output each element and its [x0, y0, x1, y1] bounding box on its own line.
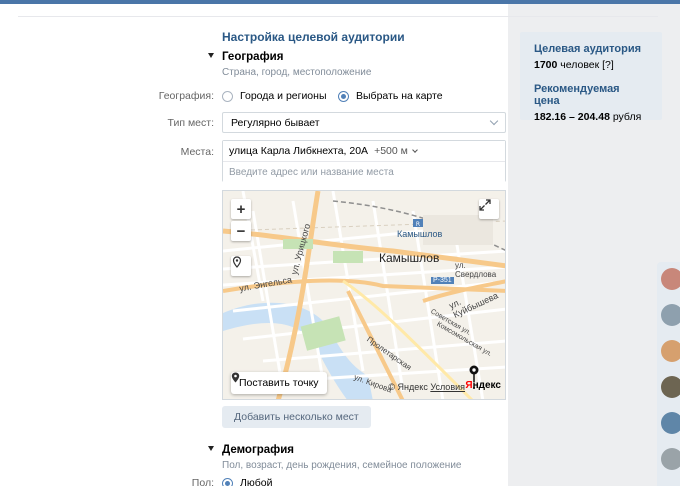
- audience-title: Целевая аудитория: [534, 43, 642, 55]
- price-title: Рекомендуемая цена: [534, 83, 620, 107]
- geolocation-icon: [232, 256, 242, 268]
- audience-value: 1700 человек [?]: [534, 59, 648, 71]
- map[interactable]: R Камышлов Камышлов ул. Урицкого ул. Энг…: [222, 190, 506, 400]
- avatar[interactable]: [661, 448, 680, 470]
- avatar[interactable]: [661, 376, 680, 398]
- map-city-label: Камышлов: [379, 251, 440, 265]
- add-places-button[interactable]: Добавить несколько мест: [222, 406, 371, 428]
- place-type-select[interactable]: Регулярно бывает: [222, 112, 506, 133]
- geo-label: География:: [158, 90, 214, 102]
- map-road-badge: Р-351: [431, 277, 454, 284]
- radio-gender-any-label: Любой: [240, 477, 273, 486]
- avatar[interactable]: [661, 340, 680, 362]
- avatar[interactable]: [661, 304, 680, 326]
- radio-circle-checked: [338, 90, 349, 102]
- page-title: Настройка целевой аудитории: [222, 30, 405, 44]
- price-range: 182.16 – 204.48: [534, 111, 610, 123]
- set-point-label: Поставить точку: [239, 377, 319, 389]
- places-label: Места:: [180, 146, 214, 158]
- radio-circle-checked: [222, 477, 233, 486]
- audience-count: 1700: [534, 59, 558, 71]
- avatar[interactable]: [661, 412, 680, 434]
- svg-text:R: R: [416, 221, 420, 228]
- radio-map[interactable]: Выбрать на карте: [338, 90, 443, 102]
- places-field: улица Карла Либкнехта, 20А +500 м: [222, 140, 506, 183]
- demo-section-title: Демография: [222, 444, 295, 456]
- radio-map-label: Выбрать на карте: [356, 90, 443, 102]
- map-station-label: Камышлов: [397, 229, 443, 239]
- place-type-label: Тип мест:: [167, 117, 214, 129]
- divider: [18, 16, 658, 17]
- chevron-down-icon: [412, 147, 418, 153]
- place-type-value: Регулярно бывает: [231, 117, 320, 129]
- zoom-in-button[interactable]: +: [231, 199, 251, 219]
- set-point-button[interactable]: Поставить точку: [231, 372, 327, 394]
- address-input[interactable]: [223, 162, 505, 183]
- copyright-text: © Яндекс: [388, 382, 428, 392]
- zoom-out-button[interactable]: −: [231, 221, 251, 241]
- avatar[interactable]: [661, 268, 680, 290]
- audience-unit[interactable]: человек [?]: [560, 59, 614, 71]
- chat-avatars-bar: [657, 262, 680, 486]
- yandex-logo-rest: ндекс: [472, 380, 501, 391]
- radio-cities[interactable]: Города и регионы: [222, 90, 327, 102]
- collapse-triangle-icon: [208, 446, 214, 451]
- radio-circle: [222, 90, 233, 102]
- yandex-logo-y: Я: [465, 380, 473, 391]
- geo-section-toggle[interactable]: География: [208, 51, 283, 63]
- audience-summary: Целевая аудитория 1700 человек [?] Реком…: [520, 32, 662, 123]
- geo-section-title: География: [222, 51, 284, 63]
- radio-cities-label: Города и регионы: [240, 90, 327, 102]
- map-copyright: © Яндекс Условия: [388, 382, 465, 392]
- demo-section-toggle[interactable]: Демография: [208, 444, 294, 456]
- fullscreen-button[interactable]: [479, 199, 499, 219]
- geolocation-button[interactable]: [231, 256, 251, 276]
- map-pin-icon: [231, 372, 240, 383]
- place-radius[interactable]: +500 м: [374, 145, 408, 157]
- yandex-logo: Яндекс: [465, 380, 501, 391]
- place-tag[interactable]: улица Карла Либкнехта, 20А +500 м: [223, 141, 505, 162]
- gender-label: Пол:: [191, 477, 214, 486]
- demo-section-subtitle: Пол, возраст, день рождения, семейное по…: [222, 460, 462, 471]
- chevron-down-icon: [489, 116, 499, 126]
- price-value: 182.16 – 204.48 рубля: [534, 111, 648, 123]
- geo-section-subtitle: Страна, город, местоположение: [222, 67, 372, 78]
- map-street-label: ул. Свердлова: [455, 261, 497, 279]
- place-tag-address: улица Карла Либкнехта, 20А: [229, 145, 369, 157]
- collapse-triangle-icon: [208, 53, 214, 58]
- terms-link[interactable]: Условия: [430, 382, 465, 392]
- radio-gender-any[interactable]: Любой: [222, 477, 272, 486]
- price-unit: рубля: [612, 111, 642, 123]
- expand-icon: [479, 199, 491, 211]
